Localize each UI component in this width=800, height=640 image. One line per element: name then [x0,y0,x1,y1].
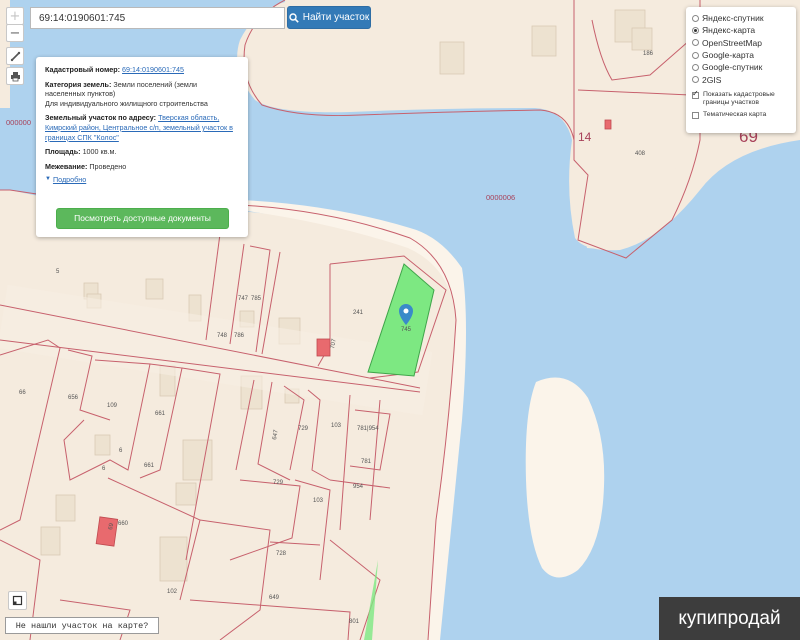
layer-option-label: Яндекс-спутник [702,13,764,24]
layer-options: Показать кадастровые границы участков Те… [692,90,790,119]
label-748: 748 [217,333,228,339]
cadastral-number-row: Кадастровый номер: 69:14:0190601:745 [45,65,239,75]
ruler-icon [10,51,20,61]
details-label: Подробно [52,175,87,185]
zoom-in-button[interactable]: + [6,7,24,25]
watermark-logo: купипродай [659,597,800,640]
layer-radio[interactable] [692,76,699,84]
layer-option-label: 2GIS [702,74,722,85]
layer-option-label: OpenStreetMap [702,37,763,48]
fullscreen-icon [12,595,23,606]
show-boundaries-label: Показать кадастровые границы участков [703,90,775,106]
label-781-954: 781|954 [357,426,379,432]
print-button[interactable] [6,67,24,85]
land-category-label: Категория земель: [45,79,112,89]
triangle-down-icon: ▼ [45,176,51,183]
layer-option[interactable]: 2GIS [692,73,790,85]
find-plot-button[interactable]: Найти участок [287,6,371,29]
zoom-out-button[interactable]: − [6,24,24,42]
layer-option[interactable]: Google-спутник [692,61,790,73]
label-103-a: 103 [331,423,342,429]
layer-radio[interactable] [692,63,699,71]
label-728: 728 [276,551,287,557]
thematic-map-toggle[interactable]: Тематическая карта [692,111,790,119]
area-value: 1000 кв.м. [82,147,117,157]
view-documents-button[interactable]: Посмотреть доступные документы [56,208,229,229]
not-found-label: Не нашли участок на карте? [15,620,149,631]
layer-radio[interactable] [692,14,699,22]
layer-option-label: Google-карта [702,50,754,61]
watermark-text: купипродай [678,607,781,629]
layer-option[interactable]: Яндекс-карта [692,24,790,36]
layer-radio[interactable] [692,39,699,47]
layer-option[interactable]: Google-карта [692,49,790,61]
thematic-map-label: Тематическая карта [703,110,767,118]
label-747: 747 [238,296,249,302]
survey-value: Проведено [89,161,127,171]
parcel-info-card: Кадастровый номер: 69:14:0190601:745 Кат… [36,57,248,237]
label-661-b: 661 [144,463,155,469]
label-729-b: 729 [273,480,284,486]
show-boundaries-checkbox[interactable] [692,90,699,99]
label-186: 186 [643,51,654,57]
details-toggle[interactable]: ▼ Подробно [45,175,86,185]
land-usage-value: Для индивидуального жилищного строительс… [45,98,208,108]
block-label-0000006: 0000006 [486,193,515,202]
label-781-b: 781 [361,459,372,465]
plus-icon: + [9,8,21,24]
label-109: 109 [107,403,118,409]
address-row: Земельный участок по адресу: Тверская об… [45,113,239,142]
label-656: 656 [68,395,79,401]
label-408: 408 [635,151,646,157]
survey-row: Межевание: Проведено [45,162,239,172]
area-label: Площадь: [45,147,81,157]
label-102: 102 [167,589,178,595]
block-label-14: 14 [578,130,592,144]
measure-tool-button[interactable] [6,47,24,65]
layer-list: Яндекс-спутник Яндекс-карта OpenStreetMap G… [692,12,790,86]
layer-option[interactable]: OpenStreetMap [692,37,790,49]
label-729-a: 729 [298,426,309,432]
view-documents-label: Посмотреть доступные документы [74,212,211,223]
cadastral-search-input[interactable] [31,8,284,29]
address-label: Земельный участок по адресу: [45,113,157,123]
cadastral-number-label: Кадастровый номер: [45,65,121,74]
layer-option-label: Google-спутник [702,62,763,73]
label-801: 801 [349,619,360,625]
layer-radio[interactable] [692,51,699,59]
layer-switcher: Яндекс-спутник Яндекс-карта OpenStreetMap G… [686,7,796,133]
layer-option[interactable]: Яндекс-спутник [692,12,790,24]
label-103-b: 103 [313,498,324,504]
cadastral-number-link[interactable]: 69:14:0190601:745 [122,65,184,74]
block-label-000000: 000000 [6,118,31,127]
label-661-a: 661 [155,411,166,417]
not-found-on-map-button[interactable]: Не нашли участок на карте? [5,617,159,634]
label-745: 745 [401,327,412,333]
label-66: 66 [19,390,26,396]
label-660: 660 [118,521,129,527]
show-boundaries-toggle[interactable]: Показать кадастровые границы участков [692,90,790,107]
cadastral-search-box [30,7,285,29]
fullscreen-button[interactable] [8,591,27,610]
thematic-map-checkbox[interactable] [692,111,699,119]
find-plot-label: Найти участок [302,12,370,23]
label-785: 785 [251,296,262,302]
label-241: 241 [353,310,364,316]
label-954-b: 954 [353,484,364,490]
printer-icon [10,71,20,81]
minus-icon: − [9,25,21,41]
label-649: 649 [269,595,280,601]
land-category-row: Категория земель: Земли поселений (земли… [45,80,239,109]
layer-radio[interactable] [692,26,699,34]
survey-label: Межевание: [45,161,88,171]
search-icon [289,12,299,23]
area-row: Площадь: 1000 кв.м. [45,147,239,157]
layer-option-label: Яндекс-карта [702,25,756,36]
label-786: 786 [234,333,245,339]
